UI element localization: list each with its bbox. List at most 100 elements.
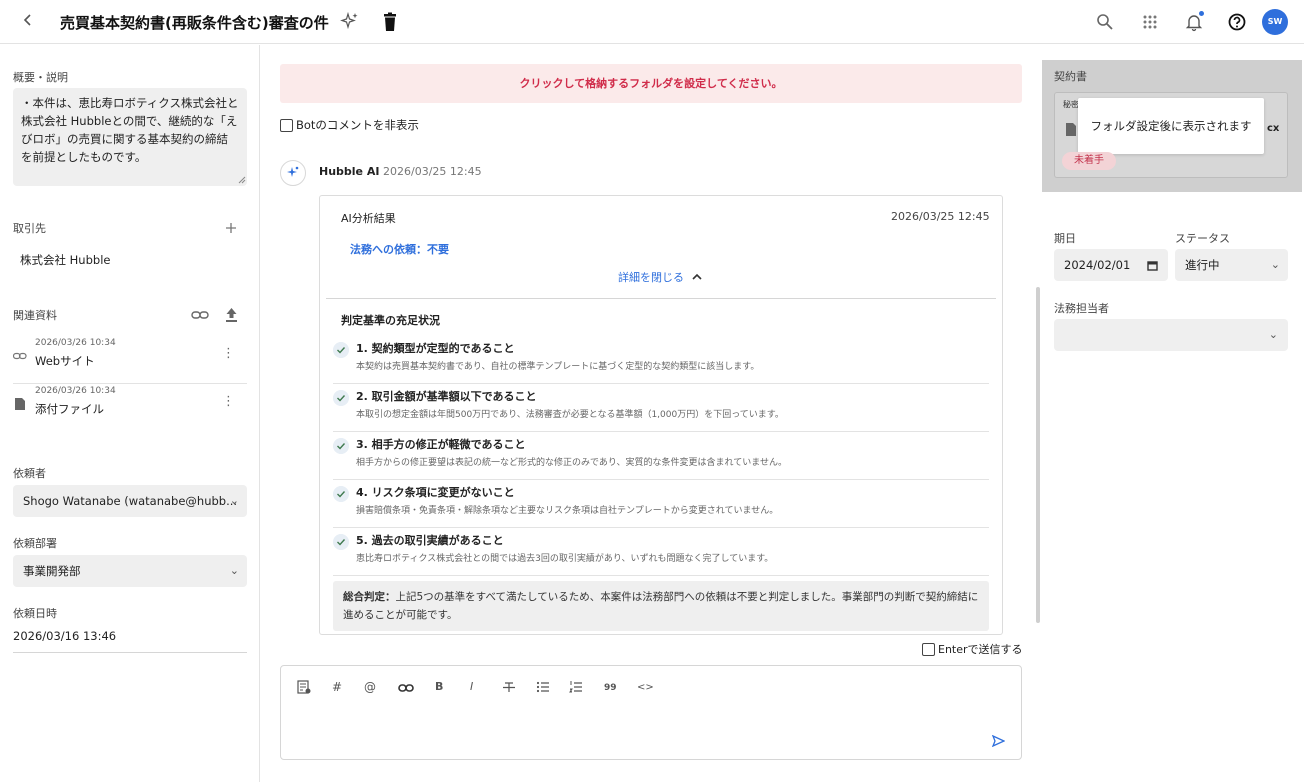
- related-docs-label: 関連資料: [13, 309, 57, 322]
- doc-name: Webサイト: [35, 354, 95, 368]
- author-name: Hubble AI: [319, 165, 380, 178]
- list-item[interactable]: 2026/03/26 10:34 Webサイト ⋮: [13, 336, 247, 384]
- sparkle-icon[interactable]: [340, 11, 360, 31]
- requester-value: Shogo Watanabe (watanabe@hubb...: [23, 494, 238, 508]
- sparkle-icon: [287, 166, 299, 177]
- ai-avatar: [280, 160, 306, 186]
- grid-icon[interactable]: [1140, 12, 1160, 32]
- avatar[interactable]: SW: [1262, 9, 1288, 35]
- contract-ext: cx: [1267, 123, 1280, 134]
- divider: [13, 652, 247, 653]
- overall-judgment: 総合判定：上記5つの基準をすべて満たしているため、本案件は法務部門への依頼は不要…: [333, 581, 989, 631]
- resize-handle-icon[interactable]: [238, 176, 246, 184]
- bold-icon[interactable]: B: [435, 680, 443, 693]
- back-button[interactable]: [22, 12, 34, 32]
- more-icon[interactable]: ⋮: [222, 394, 235, 409]
- hash-icon[interactable]: #: [332, 680, 342, 694]
- scrollbar[interactable]: [1036, 287, 1040, 623]
- legal-owner-label: 法務担当者: [1054, 302, 1109, 315]
- help-icon[interactable]: [1227, 12, 1247, 32]
- check-icon: [333, 438, 349, 454]
- bullet-list-icon[interactable]: [536, 680, 550, 694]
- criterion-title: 2. 取引金額が基準額以下であること: [356, 390, 537, 403]
- search-icon[interactable]: [1095, 12, 1115, 32]
- requester-select[interactable]: Shogo Watanabe (watanabe@hubb... ⌄: [13, 485, 247, 517]
- summary-label: 概要・説明: [13, 71, 68, 84]
- message-editor[interactable]: # @ B I 99 <>: [280, 665, 1022, 760]
- criteria-heading: 判定基準の充足状況: [341, 314, 440, 327]
- notification-dot: [1199, 11, 1204, 16]
- check-icon: [333, 390, 349, 406]
- list-item: 1. 契約類型が定型的であること 本契約は売買基本契約書であり、自社の標準テンプ…: [333, 336, 989, 384]
- file-icon: [1066, 123, 1076, 136]
- main-content: クリックして格納するフォルダを設定してください。 Botのコメントを非表示 Hu…: [261, 45, 1041, 782]
- chevron-up-icon[interactable]: [692, 273, 702, 280]
- due-date-input[interactable]: 2024/02/01: [1054, 249, 1168, 281]
- card-title: AI分析結果: [341, 212, 396, 225]
- criterion-desc: 相手方からの修正要望は表記の統一など形式的な修正のみであり、実質的な条件変更は含…: [356, 458, 788, 468]
- chevron-left-icon: [23, 14, 31, 26]
- folder-banner[interactable]: クリックして格納するフォルダを設定してください。: [280, 64, 1022, 103]
- more-icon[interactable]: ⋮: [222, 346, 235, 361]
- department-select[interactable]: 事業開発部 ⌄: [13, 555, 247, 587]
- criterion-title: 5. 過去の取引実績があること: [356, 534, 504, 547]
- mention-icon[interactable]: @: [364, 680, 376, 694]
- template-icon[interactable]: [297, 680, 311, 694]
- send-icon[interactable]: [992, 735, 1005, 747]
- requester-label: 依頼者: [13, 467, 46, 480]
- department-label: 依頼部署: [13, 537, 57, 550]
- doc-timestamp: 2026/03/26 10:34: [35, 338, 116, 348]
- summary-label: 総合判定：: [343, 591, 396, 603]
- status-label: ステータス: [1175, 232, 1230, 245]
- hide-bot-label: Botのコメントを非表示: [296, 118, 419, 132]
- chevron-down-icon: ⌄: [229, 494, 239, 507]
- add-counterparty-icon[interactable]: [225, 222, 237, 234]
- criterion-title: 4. リスク条項に変更がないこと: [356, 486, 515, 499]
- counterparty-label: 取引先: [13, 222, 46, 235]
- check-icon: [333, 534, 349, 550]
- summary-textarea[interactable]: ・本件は、恵比寿ロボティクス株式会社と株式会社 Hubbleとの間で、継続的な「…: [13, 88, 247, 186]
- page-title: 売買基本契約書(再販条件含む)審査の件: [60, 14, 329, 32]
- chevron-down-icon: ⌄: [1268, 328, 1278, 341]
- check-icon: [333, 342, 349, 358]
- tooltip: フォルダ設定後に表示されます: [1078, 98, 1264, 154]
- link-icon[interactable]: [191, 309, 209, 321]
- check-icon: [333, 486, 349, 502]
- contract-section[interactable]: 契約書 秘密 cx フォルダ設定後に表示されます 未着手: [1042, 60, 1302, 192]
- chevron-down-icon: ⌄: [1270, 258, 1280, 271]
- toggle-details-link[interactable]: 詳細を閉じる: [618, 269, 684, 285]
- list-item[interactable]: 2026/03/26 10:34 添付ファイル ⋮: [13, 384, 247, 432]
- legal-request-result: 法務への依頼：不要: [350, 243, 449, 256]
- status-select[interactable]: 進行中 ⌄: [1175, 249, 1288, 281]
- code-icon[interactable]: <>: [637, 682, 654, 693]
- criterion-desc: 本契約は売買基本契約書であり、自社の標準テンプレートに基づく定型的な契約類型に該…: [356, 362, 760, 372]
- card-time: 2026/03/25 12:45: [891, 210, 990, 223]
- hide-bot-checkbox[interactable]: [280, 119, 293, 132]
- numbered-list-icon[interactable]: [569, 680, 583, 694]
- enter-send-checkbox[interactable]: [922, 643, 935, 656]
- doc-name: 添付ファイル: [35, 402, 104, 416]
- contract-prefix: 秘密: [1063, 100, 1079, 109]
- contract-label: 契約書: [1054, 70, 1087, 83]
- criterion-title: 1. 契約類型が定型的であること: [356, 342, 515, 355]
- link-icon: [13, 352, 27, 360]
- trash-icon[interactable]: [382, 12, 398, 32]
- criterion-desc: 恵比寿ロボティクス株式会社との間では過去3回の取引実績があり、いずれも問題なく完…: [356, 554, 774, 564]
- list-item: 5. 過去の取引実績があること 恵比寿ロボティクス株式会社との間では過去3回の取…: [333, 528, 989, 576]
- due-label: 期日: [1054, 232, 1076, 245]
- legal-owner-select[interactable]: ⌄: [1054, 319, 1288, 351]
- list-item: 4. リスク条項に変更がないこと 損害賠償条項・免責条項・解除条項など主要なリス…: [333, 480, 989, 528]
- chevron-down-icon: ⌄: [229, 564, 239, 577]
- criterion-desc: 本取引の想定金額は年間500万円であり、法務審査が必要となる基準額（1,000万…: [356, 410, 784, 420]
- strikethrough-icon[interactable]: [502, 680, 516, 694]
- due-date-value: 2024/02/01: [1064, 258, 1131, 272]
- link-icon[interactable]: [398, 682, 414, 694]
- list-item: 2. 取引金額が基準額以下であること 本取引の想定金額は年間500万円であり、法…: [333, 384, 989, 432]
- quote-icon[interactable]: 99: [604, 683, 617, 693]
- summary-text: 上記5つの基準をすべて満たしているため、本案件は法務部門への依頼は不要と判定しま…: [343, 591, 979, 621]
- status-badge: 未着手: [1062, 152, 1116, 170]
- criterion-desc: 損害賠償条項・免責条項・解除条項など主要なリスク条項は自社テンプレートから変更さ…: [356, 506, 779, 516]
- italic-icon[interactable]: I: [470, 680, 473, 693]
- upload-icon[interactable]: [225, 307, 238, 323]
- calendar-icon[interactable]: [1147, 260, 1158, 271]
